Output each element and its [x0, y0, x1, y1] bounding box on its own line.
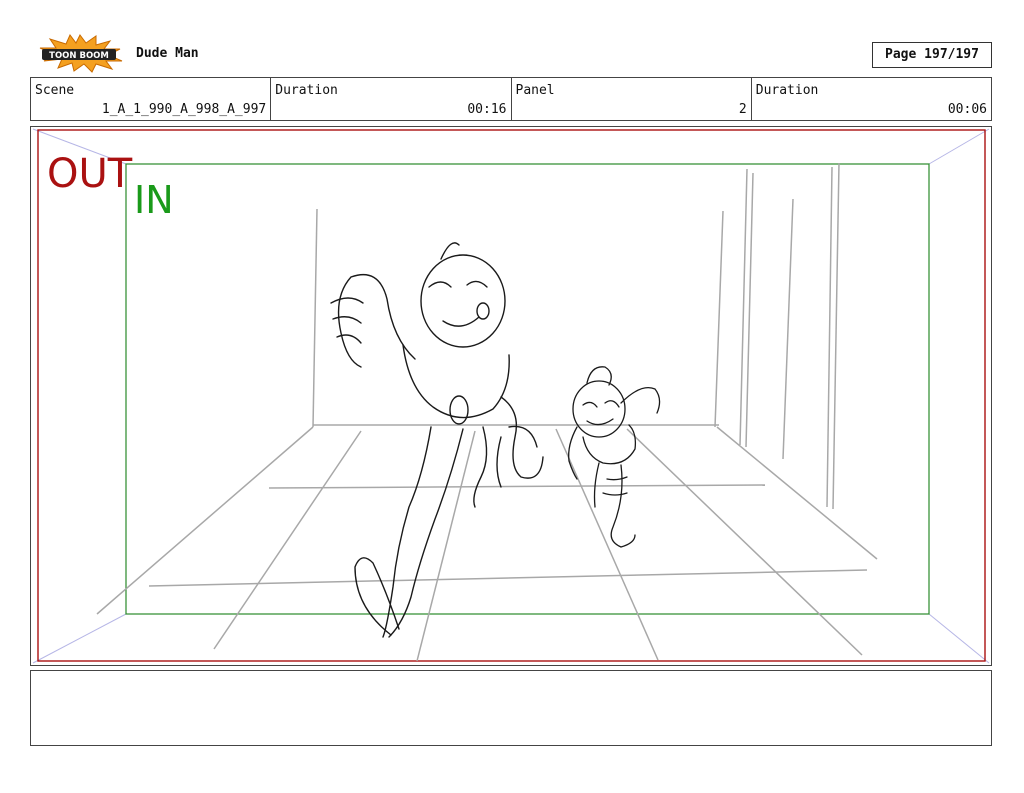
in-label: IN — [134, 178, 174, 222]
panel-artwork: OUT IN — [32, 128, 990, 664]
panel-info-row: Scene 1_A_1_990_A_998_A_997 Duration 00:… — [30, 77, 992, 121]
scene-value: 1_A_1_990_A_998_A_997 — [101, 102, 267, 117]
scene-duration-value: 00:16 — [467, 102, 507, 117]
out-frame — [37, 129, 986, 662]
panel-cell: Panel 2 — [512, 78, 752, 120]
panel-duration-label: Duration — [755, 83, 819, 98]
toon-boom-logo: TOON BOOM — [34, 33, 126, 73]
camera-guides — [32, 128, 990, 664]
logo-text: TOON BOOM — [49, 51, 109, 61]
scene-label: Scene — [35, 83, 75, 98]
notes-box — [30, 670, 992, 746]
panel-label: Panel — [515, 83, 555, 98]
out-label: OUT — [47, 151, 133, 197]
panel-duration-cell: Duration 00:06 — [752, 78, 991, 120]
page-number: Page 197/197 — [872, 42, 992, 68]
scene-duration-label: Duration — [275, 83, 338, 98]
scene-cell: Scene 1_A_1_990_A_998_A_997 — [31, 78, 272, 120]
small-character-sketch — [568, 366, 661, 548]
panel-duration-value: 00:06 — [947, 102, 987, 117]
in-frame — [125, 163, 930, 615]
panel-value: 2 — [738, 102, 747, 117]
project-title: Dude Man — [136, 46, 199, 61]
scene-duration-cell: Duration 00:16 — [271, 78, 512, 120]
